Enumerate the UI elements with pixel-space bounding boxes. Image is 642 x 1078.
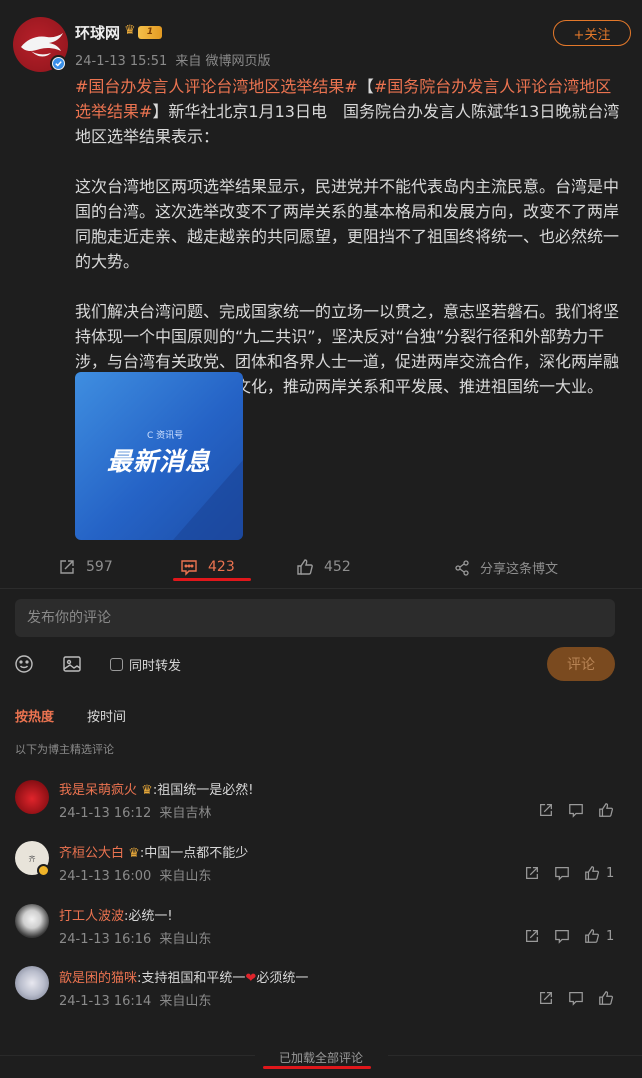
- checkbox-box[interactable]: [110, 658, 123, 671]
- commenter-name[interactable]: 齐桓公大白: [59, 846, 124, 861]
- comment-text-line: 我是呆萌疯火 ♛:祖国统一是必然!: [59, 779, 253, 798]
- comment-time: 24-1-13 16:16: [59, 932, 152, 947]
- repost-button[interactable]: 597: [58, 558, 113, 576]
- repost-count: 597: [86, 559, 113, 575]
- crown-icon: ♛: [128, 846, 140, 861]
- loaded-all-comments: 已加载全部评论: [278, 1051, 363, 1065]
- like-count: 452: [324, 559, 351, 575]
- comment-actions: [524, 990, 614, 1006]
- thumbs-up-icon[interactable]: [584, 928, 600, 944]
- comment-text: :中国一点都不能少: [139, 846, 249, 861]
- comment-text-line: 齐桓公大白 ♛:中国一点都不能少: [59, 842, 248, 861]
- post-image[interactable]: C 资讯号 最新消息: [75, 372, 243, 540]
- comment-count: 423: [208, 559, 235, 575]
- image-logo: C 资讯号: [147, 431, 184, 441]
- post-intro: #国台办发言人评论台湾地区选举结果#【#国务院台办发言人评论台湾地区选举结果#】…: [75, 74, 623, 149]
- comment-actions: 1: [510, 928, 614, 944]
- comment-icon[interactable]: [554, 865, 570, 881]
- post-intro-text: 】新华社北京1月13日电 国务院台办发言人陈斌华13日晚就台湾地区选举结果表示：: [75, 102, 620, 146]
- crown-icon: ♛: [141, 783, 153, 798]
- emoji-icon[interactable]: [14, 654, 34, 678]
- comment-time: 24-1-13 16:12: [59, 806, 152, 821]
- repost-icon: [60, 560, 74, 574]
- comment-location: 来自山东: [159, 932, 212, 947]
- comment-meta: 24-1-13 16:00 来自山东: [59, 865, 211, 884]
- comment-location: 来自山东: [159, 869, 212, 884]
- comment-text: :支持祖国和平统一: [137, 971, 246, 986]
- tab-sort-time[interactable]: 按时间: [87, 706, 126, 725]
- tab-sort-hot[interactable]: 按热度: [15, 706, 54, 725]
- comment-button[interactable]: 423: [180, 558, 235, 576]
- comment-meta: 24-1-13 16:16 来自山东: [59, 928, 211, 947]
- follow-button[interactable]: +关注: [553, 20, 631, 46]
- submit-comment-button[interactable]: 评论: [547, 647, 615, 681]
- share-button[interactable]: 分享这条博文: [454, 558, 558, 577]
- crown-icon: ♛: [124, 23, 136, 38]
- post-meta: 24-1-13 15:51 来自 微博网页版: [75, 50, 270, 69]
- comment-icon[interactable]: [568, 802, 584, 818]
- repost-icon[interactable]: [524, 928, 540, 944]
- avatar-glyph: 齐: [28, 855, 36, 863]
- commenter-name[interactable]: 歆是困的猫咪: [59, 971, 137, 986]
- share-icon: [455, 559, 469, 576]
- repost-checkbox[interactable]: 同时转发: [110, 655, 181, 674]
- comment-text-line: 歆是困的猫咪:支持祖国和平统一❤必须统一: [59, 967, 308, 986]
- comment-actions: [524, 802, 614, 818]
- like-button[interactable]: 452: [296, 558, 351, 576]
- repost-icon[interactable]: [524, 865, 540, 881]
- comment-avatar[interactable]: [15, 780, 49, 814]
- comment-icon: [181, 560, 197, 576]
- comment-like-count: 1: [606, 865, 615, 881]
- divider: [0, 588, 642, 589]
- comment-input[interactable]: [15, 599, 615, 637]
- thumbs-up-icon[interactable]: [598, 990, 614, 1006]
- comment-avatar[interactable]: [15, 904, 49, 938]
- comment-text: 必须统一: [256, 971, 309, 986]
- verified-icon: [50, 55, 67, 72]
- comment-meta: 24-1-13 16:14 来自山东: [59, 990, 211, 1009]
- annotation-underline: [263, 1066, 371, 1069]
- comment-like-count: 1: [606, 928, 615, 944]
- repost-icon[interactable]: [538, 990, 554, 1006]
- comment-location: 来自山东: [159, 994, 212, 1009]
- bracket-open: 【: [357, 77, 374, 96]
- commenter-name[interactable]: 打工人波波: [59, 909, 124, 924]
- image-upload-icon[interactable]: [62, 654, 82, 678]
- heart-icon: ❤: [245, 971, 257, 986]
- comment-meta: 24-1-13 16:12 来自吉林: [59, 802, 211, 821]
- share-label: 分享这条博文: [480, 562, 559, 577]
- level-badge: 1: [138, 26, 162, 39]
- post-paragraph: 这次台湾地区两项选举结果显示，民进党并不能代表岛内主流民意。台湾是中国的台湾。这…: [75, 177, 620, 271]
- post-source: 来自 微博网页版: [175, 54, 271, 69]
- post-time[interactable]: 24-1-13 15:51: [75, 54, 167, 69]
- comment-avatar[interactable]: [15, 966, 49, 1000]
- image-headline: 最新消息: [106, 447, 211, 476]
- hashtag-link[interactable]: #国台办发言人评论台湾地区选举结果#: [75, 77, 358, 96]
- thumbs-up-icon[interactable]: [598, 802, 614, 818]
- annotation-underline: [173, 578, 251, 581]
- comment-text-line: 打工人波波:必统一!: [59, 905, 173, 924]
- repost-checkbox-label: 同时转发: [129, 659, 182, 674]
- comment-location: 来自吉林: [159, 806, 212, 821]
- curated-note: 以下为博主精选评论: [15, 743, 114, 756]
- comment-actions: 1: [510, 865, 614, 881]
- author-name[interactable]: 环球网: [75, 22, 120, 43]
- comment-text: :祖国统一是必然!: [152, 783, 254, 798]
- comment-time: 24-1-13 16:00: [59, 869, 152, 884]
- comment-time: 24-1-13 16:14: [59, 994, 152, 1009]
- comment-text: :必统一!: [124, 909, 173, 924]
- commenter-name[interactable]: 我是呆萌疯火: [59, 783, 137, 798]
- comment-icon[interactable]: [568, 990, 584, 1006]
- member-badge-icon: [37, 864, 50, 877]
- thumbs-up-icon[interactable]: [584, 865, 600, 881]
- repost-icon[interactable]: [538, 802, 554, 818]
- comment-icon[interactable]: [554, 928, 570, 944]
- thumbs-up-icon: [297, 559, 313, 575]
